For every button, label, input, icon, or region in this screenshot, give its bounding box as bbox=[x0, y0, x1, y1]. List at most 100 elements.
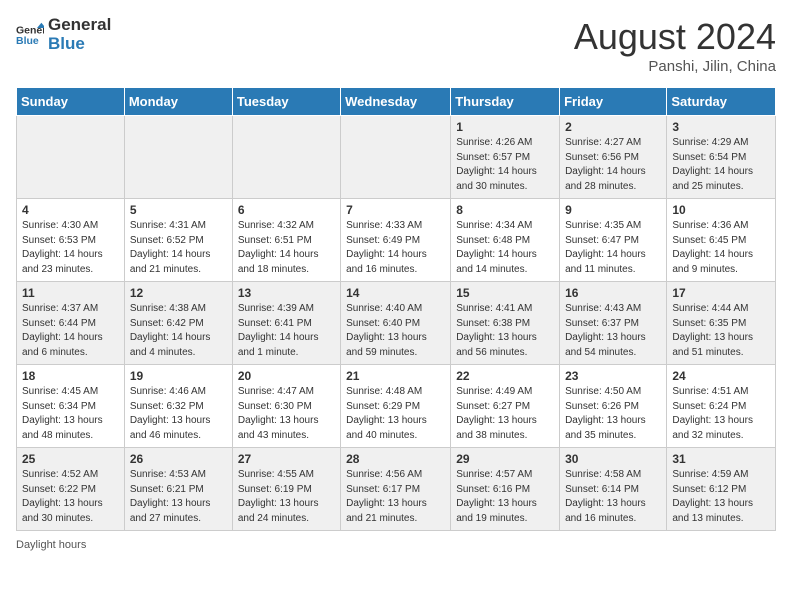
day-cell: 30 Sunrise: 4:58 AM Sunset: 6:14 PM Dayli… bbox=[560, 448, 667, 531]
day-info: Sunrise: 4:31 AM Sunset: 6:52 PM Dayligh… bbox=[130, 219, 227, 277]
day-number: 18 bbox=[22, 369, 119, 383]
footer: Daylight hours bbox=[16, 539, 776, 551]
day-cell: 7Sunrise: 4:33 AM Sunset: 6:49 PM Daylig… bbox=[341, 199, 451, 282]
day-info: Sunrise: 4:34 AM Sunset: 6:48 PM Dayligh… bbox=[456, 219, 554, 277]
day-info: Sunrise: 4:36 AM Sunset: 6:45 PM Dayligh… bbox=[672, 219, 770, 277]
day-number: 15 bbox=[456, 286, 554, 300]
day-info: Sunrise: 4:59 AM Sunset: 6:12 PM Dayligh… bbox=[672, 468, 770, 526]
day-info: Sunrise: 4:53 AM Sunset: 6:21 PM Dayligh… bbox=[130, 468, 227, 526]
logo-icon: General Blue bbox=[16, 21, 44, 49]
logo: General Blue General Blue bbox=[16, 16, 111, 53]
title-block: August 2024 Panshi, Jilin, China bbox=[574, 16, 776, 75]
month-year-title: August 2024 bbox=[574, 16, 776, 58]
day-cell: 14 Sunrise: 4:40 AM Sunset: 6:40 PM Dayli… bbox=[341, 282, 451, 365]
day-info: Sunrise: 4:38 AM Sunset: 6:42 PM Dayligh… bbox=[130, 302, 227, 360]
week-row-4: 18 Sunrise: 4:45 AM Sunset: 6:34 PM Dayli… bbox=[17, 365, 776, 448]
day-info: Sunrise: 4:52 AM Sunset: 6:22 PM Dayligh… bbox=[22, 468, 119, 526]
day-cell: 2Sunrise: 4:27 AM Sunset: 6:56 PM Daylig… bbox=[560, 116, 667, 199]
day-info: Sunrise: 4:48 AM Sunset: 6:29 PM Dayligh… bbox=[346, 385, 445, 443]
day-info: Sunrise: 4:30 AM Sunset: 6:53 PM Dayligh… bbox=[22, 219, 119, 277]
daylight-label: Daylight hours bbox=[16, 539, 86, 551]
day-number: 29 bbox=[456, 452, 554, 466]
day-info: Sunrise: 4:50 AM Sunset: 6:26 PM Dayligh… bbox=[565, 385, 661, 443]
week-row-2: 4 Sunrise: 4:30 AM Sunset: 6:53 PM Daylig… bbox=[17, 199, 776, 282]
day-cell: 28Sunrise: 4:56 AM Sunset: 6:17 PM Dayli… bbox=[341, 448, 451, 531]
day-number: 14 bbox=[346, 286, 445, 300]
column-header-saturday: Saturday bbox=[667, 88, 776, 116]
day-cell: 8 Sunrise: 4:34 AM Sunset: 6:48 PM Daylig… bbox=[451, 199, 560, 282]
day-info: Sunrise: 4:37 AM Sunset: 6:44 PM Dayligh… bbox=[22, 302, 119, 360]
day-cell: 4 Sunrise: 4:30 AM Sunset: 6:53 PM Daylig… bbox=[17, 199, 125, 282]
day-info: Sunrise: 4:46 AM Sunset: 6:32 PM Dayligh… bbox=[130, 385, 227, 443]
day-info: Sunrise: 4:56 AM Sunset: 6:17 PM Dayligh… bbox=[346, 468, 445, 526]
day-cell: 29 Sunrise: 4:57 AM Sunset: 6:16 PM Dayli… bbox=[451, 448, 560, 531]
calendar-header-row: SundayMondayTuesdayWednesdayThursdayFrid… bbox=[17, 88, 776, 116]
day-cell: 23 Sunrise: 4:50 AM Sunset: 6:26 PM Dayli… bbox=[560, 365, 667, 448]
day-number: 19 bbox=[130, 369, 227, 383]
week-row-3: 11 Sunrise: 4:37 AM Sunset: 6:44 PM Dayli… bbox=[17, 282, 776, 365]
day-cell bbox=[232, 116, 340, 199]
day-info: Sunrise: 4:41 AM Sunset: 6:38 PM Dayligh… bbox=[456, 302, 554, 360]
day-cell: 19 Sunrise: 4:46 AM Sunset: 6:32 PM Dayli… bbox=[124, 365, 232, 448]
day-info: Sunrise: 4:29 AM Sunset: 6:54 PM Dayligh… bbox=[672, 136, 770, 194]
day-info: Sunrise: 4:49 AM Sunset: 6:27 PM Dayligh… bbox=[456, 385, 554, 443]
day-number: 31 bbox=[672, 452, 770, 466]
day-number: 3 bbox=[672, 120, 770, 134]
day-cell bbox=[124, 116, 232, 199]
day-number: 4 bbox=[22, 203, 119, 217]
day-number: 13 bbox=[238, 286, 335, 300]
day-cell: 9 Sunrise: 4:35 AM Sunset: 6:47 PM Daylig… bbox=[560, 199, 667, 282]
day-number: 30 bbox=[565, 452, 661, 466]
day-cell: 13Sunrise: 4:39 AM Sunset: 6:41 PM Dayli… bbox=[232, 282, 340, 365]
day-cell: 10 Sunrise: 4:36 AM Sunset: 6:45 PM Dayli… bbox=[667, 199, 776, 282]
day-cell: 31 Sunrise: 4:59 AM Sunset: 6:12 PM Dayli… bbox=[667, 448, 776, 531]
day-info: Sunrise: 4:45 AM Sunset: 6:34 PM Dayligh… bbox=[22, 385, 119, 443]
day-cell: 1 Sunrise: 4:26 AM Sunset: 6:57 PM Daylig… bbox=[451, 116, 560, 199]
day-number: 8 bbox=[456, 203, 554, 217]
logo-blue-text: Blue bbox=[48, 35, 111, 54]
day-info: Sunrise: 4:58 AM Sunset: 6:14 PM Dayligh… bbox=[565, 468, 661, 526]
column-header-sunday: Sunday bbox=[17, 88, 125, 116]
day-cell bbox=[341, 116, 451, 199]
day-number: 27 bbox=[238, 452, 335, 466]
day-cell: 18 Sunrise: 4:45 AM Sunset: 6:34 PM Dayli… bbox=[17, 365, 125, 448]
day-info: Sunrise: 4:57 AM Sunset: 6:16 PM Dayligh… bbox=[456, 468, 554, 526]
day-number: 20 bbox=[238, 369, 335, 383]
logo-general-text: General bbox=[48, 16, 111, 35]
day-number: 17 bbox=[672, 286, 770, 300]
day-cell: 22Sunrise: 4:49 AM Sunset: 6:27 PM Dayli… bbox=[451, 365, 560, 448]
day-info: Sunrise: 4:55 AM Sunset: 6:19 PM Dayligh… bbox=[238, 468, 335, 526]
day-cell: 6Sunrise: 4:32 AM Sunset: 6:51 PM Daylig… bbox=[232, 199, 340, 282]
column-header-wednesday: Wednesday bbox=[341, 88, 451, 116]
day-number: 25 bbox=[22, 452, 119, 466]
day-info: Sunrise: 4:47 AM Sunset: 6:30 PM Dayligh… bbox=[238, 385, 335, 443]
day-info: Sunrise: 4:40 AM Sunset: 6:40 PM Dayligh… bbox=[346, 302, 445, 360]
day-cell: 25 Sunrise: 4:52 AM Sunset: 6:22 PM Dayli… bbox=[17, 448, 125, 531]
column-header-monday: Monday bbox=[124, 88, 232, 116]
day-number: 9 bbox=[565, 203, 661, 217]
day-number: 24 bbox=[672, 369, 770, 383]
day-number: 6 bbox=[238, 203, 335, 217]
day-cell: 12 Sunrise: 4:38 AM Sunset: 6:42 PM Dayli… bbox=[124, 282, 232, 365]
day-number: 23 bbox=[565, 369, 661, 383]
day-info: Sunrise: 4:35 AM Sunset: 6:47 PM Dayligh… bbox=[565, 219, 661, 277]
day-info: Sunrise: 4:26 AM Sunset: 6:57 PM Dayligh… bbox=[456, 136, 554, 194]
day-number: 26 bbox=[130, 452, 227, 466]
day-number: 11 bbox=[22, 286, 119, 300]
day-number: 1 bbox=[456, 120, 554, 134]
day-info: Sunrise: 4:33 AM Sunset: 6:49 PM Dayligh… bbox=[346, 219, 445, 277]
day-cell: 24Sunrise: 4:51 AM Sunset: 6:24 PM Dayli… bbox=[667, 365, 776, 448]
day-cell bbox=[17, 116, 125, 199]
column-header-tuesday: Tuesday bbox=[232, 88, 340, 116]
day-cell: 15 Sunrise: 4:41 AM Sunset: 6:38 PM Dayli… bbox=[451, 282, 560, 365]
calendar-table: SundayMondayTuesdayWednesdayThursdayFrid… bbox=[16, 87, 776, 531]
week-row-5: 25 Sunrise: 4:52 AM Sunset: 6:22 PM Dayli… bbox=[17, 448, 776, 531]
day-info: Sunrise: 4:44 AM Sunset: 6:35 PM Dayligh… bbox=[672, 302, 770, 360]
day-number: 5 bbox=[130, 203, 227, 217]
day-cell: 17 Sunrise: 4:44 AM Sunset: 6:35 PM Dayli… bbox=[667, 282, 776, 365]
week-row-1: 1 Sunrise: 4:26 AM Sunset: 6:57 PM Daylig… bbox=[17, 116, 776, 199]
day-cell: 20 Sunrise: 4:47 AM Sunset: 6:30 PM Dayli… bbox=[232, 365, 340, 448]
day-number: 10 bbox=[672, 203, 770, 217]
day-number: 12 bbox=[130, 286, 227, 300]
location-subtitle: Panshi, Jilin, China bbox=[574, 58, 776, 75]
